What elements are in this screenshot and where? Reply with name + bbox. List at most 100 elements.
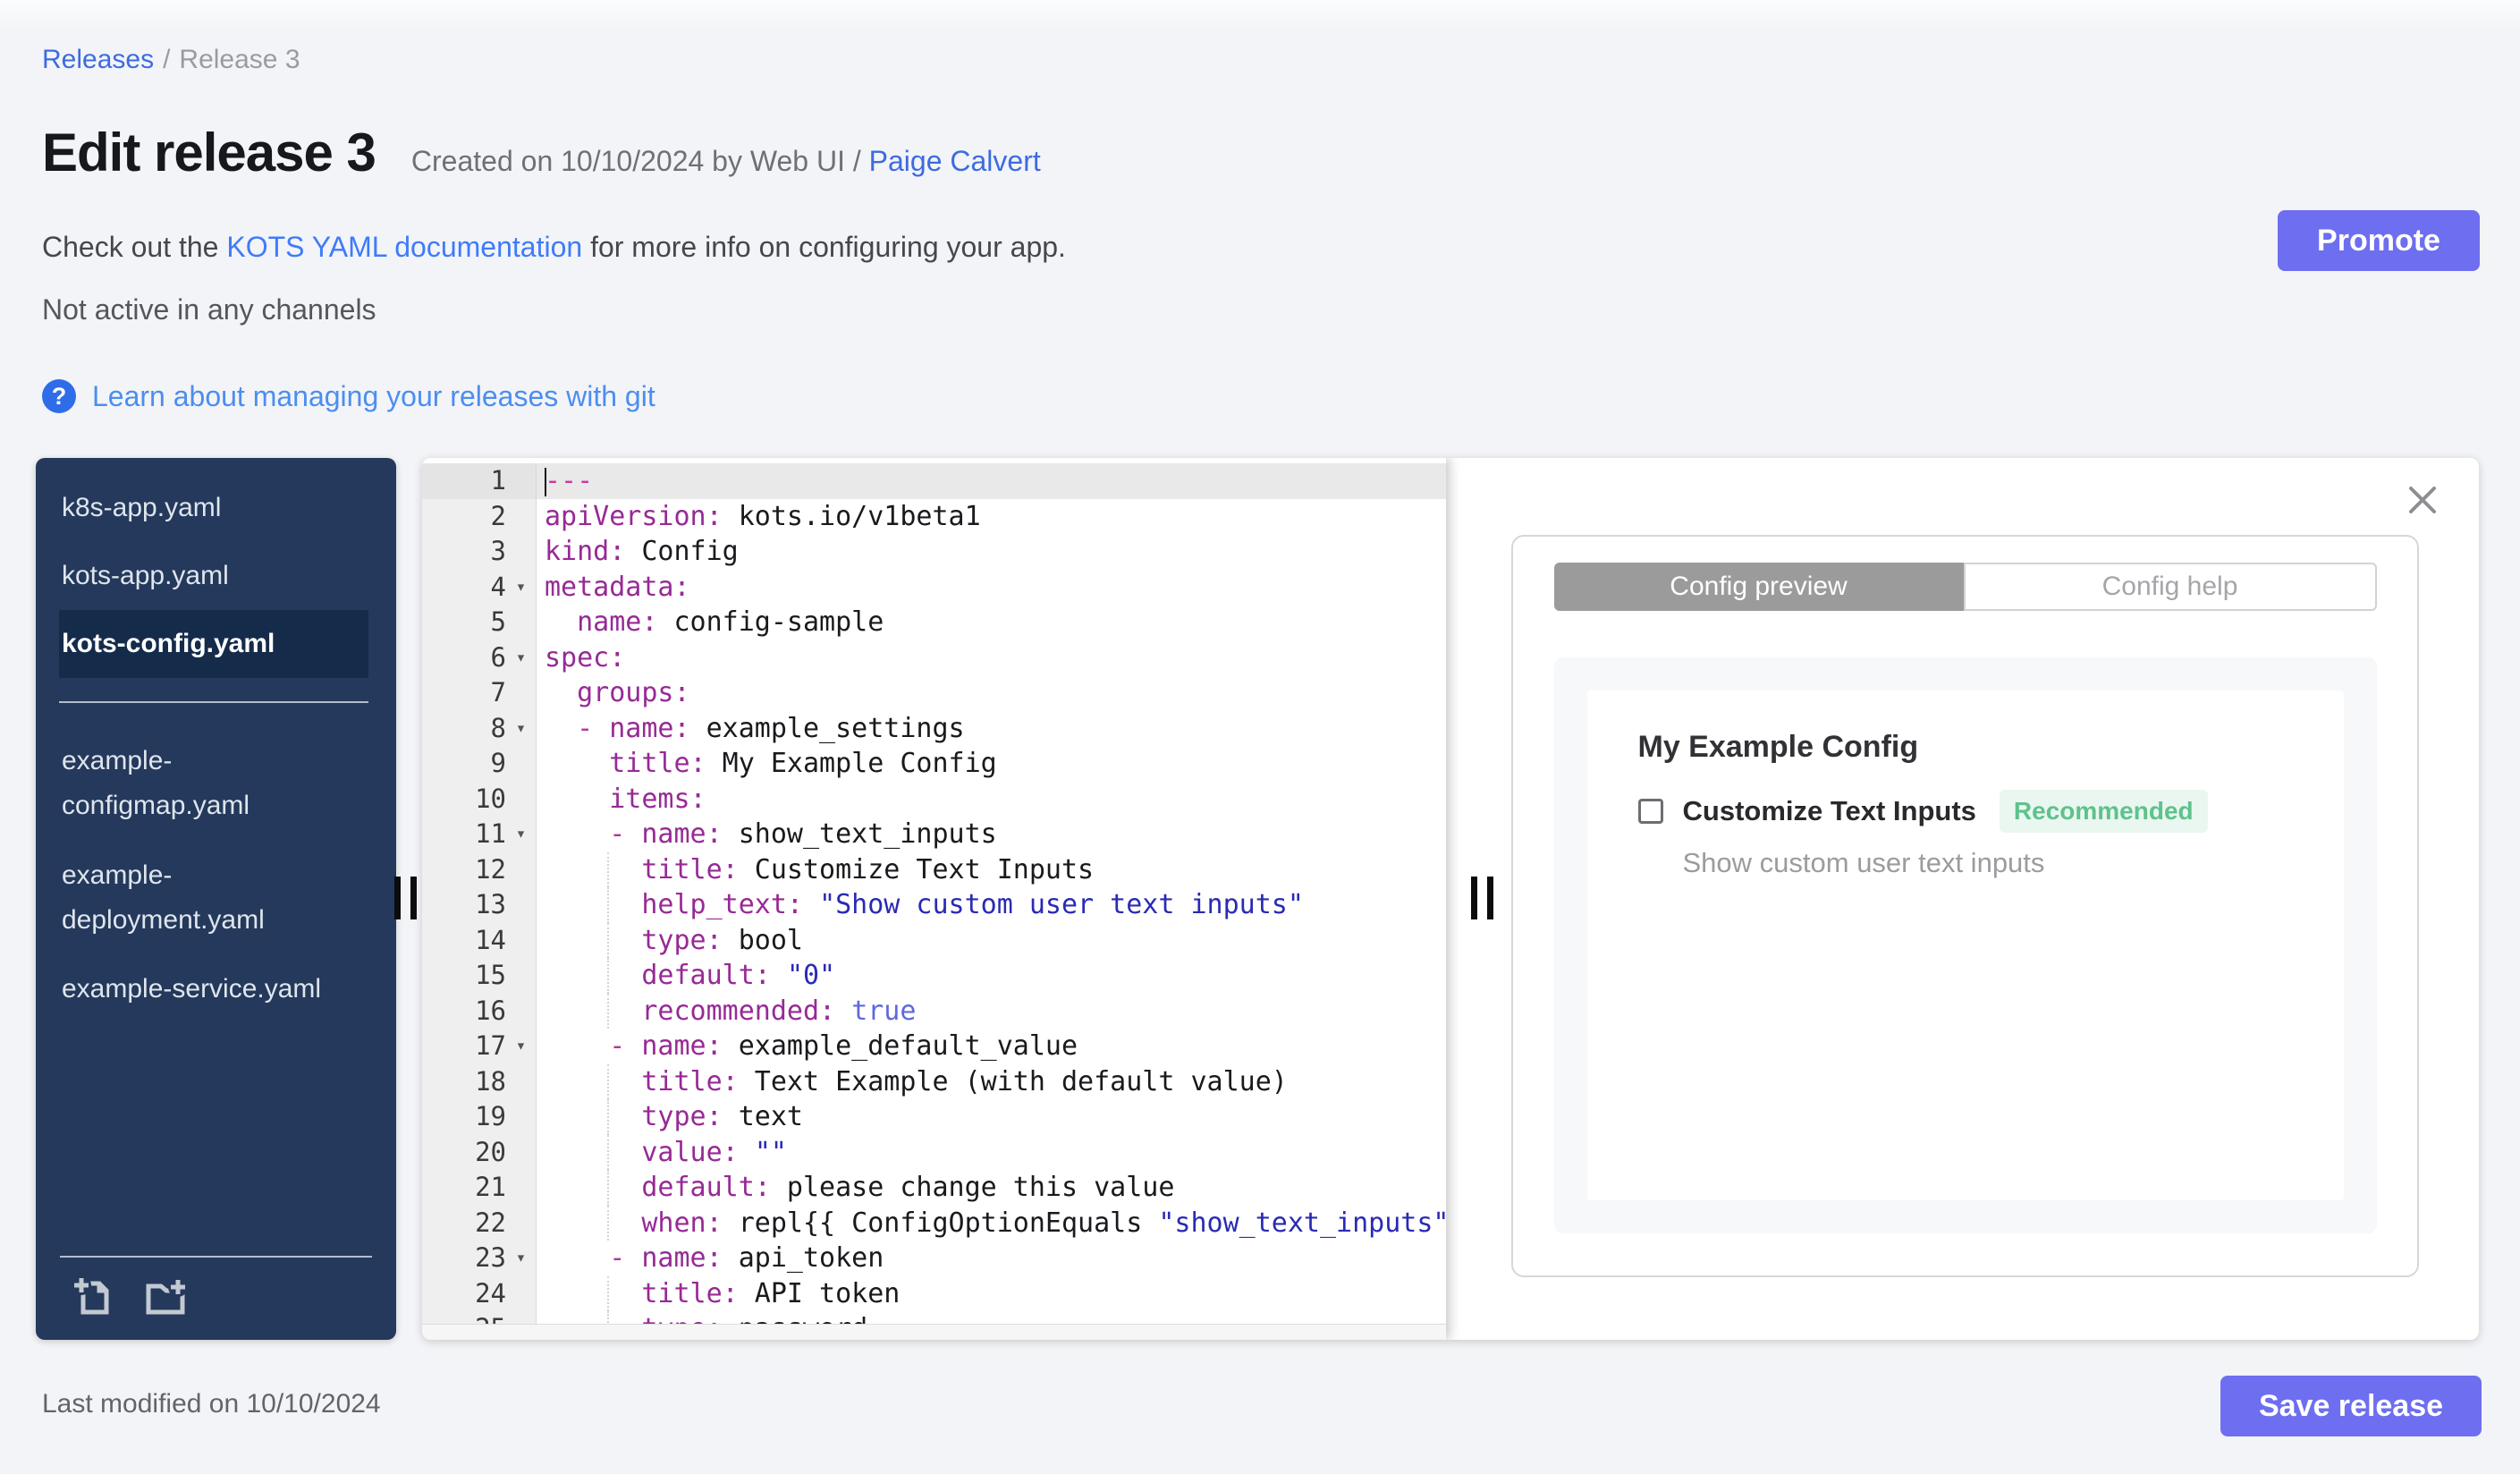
config-preview-card: Config preview Config help My Example Co… [1511, 535, 2419, 1277]
tab-config-help[interactable]: Config help [1963, 563, 2377, 611]
code-line[interactable]: 4 ▾ metadata: [422, 569, 1446, 606]
fold-arrow-icon[interactable]: ▾ [506, 1241, 536, 1276]
line-number: 20 [475, 1136, 506, 1167]
code-line[interactable]: 2 apiVersion: kots.io/v1beta1 [422, 498, 1446, 534]
line-gutter: 6 ▾ [422, 640, 537, 676]
code-line[interactable]: 1 --- [422, 463, 1446, 499]
line-number: 24 [475, 1277, 506, 1309]
panel-resize-handle[interactable] [1471, 877, 1493, 919]
file-list-divider [59, 701, 368, 703]
line-number: 8 [490, 712, 506, 743]
code-content: help_text: "Show custom user text inputs… [537, 887, 1446, 923]
sidebar-resize-handle[interactable] [394, 877, 417, 919]
line-number: 22 [475, 1207, 506, 1238]
code-line[interactable]: 18 title: Text Example (with default val… [422, 1063, 1446, 1100]
line-number: 13 [475, 889, 506, 919]
line-gutter: 5 [422, 605, 537, 640]
line-gutter: 10 [422, 781, 537, 817]
code-line[interactable]: 17 ▾ - name: example_default_value [422, 1029, 1446, 1064]
file-item[interactable]: example-service.yaml [59, 955, 368, 1023]
code-line[interactable]: 13 help_text: "Show custom user text inp… [422, 887, 1446, 923]
editor-and-panel: 1 --- 2 apiVersion: kots.io/v1beta1 3 kind: C… [422, 458, 2479, 1340]
created-info: Created on 10/10/2024 by Web UI / Paige … [411, 145, 1041, 178]
fold-arrow-icon[interactable]: ▾ [506, 817, 536, 852]
line-number: 23 [475, 1242, 506, 1273]
line-gutter: 2 [422, 498, 537, 534]
code-line[interactable]: 19 type: text [422, 1099, 1446, 1135]
code-line[interactable]: 7 groups: [422, 675, 1446, 711]
code-line[interactable]: 20 value: "" [422, 1134, 1446, 1171]
code-content: - name: example_default_value [609, 1030, 1078, 1062]
file-item[interactable]: k8s-app.yaml [59, 474, 368, 542]
line-number: 15 [475, 960, 506, 990]
file-list: k8s-app.yaml kots-app.yaml kots-config.yam… [36, 458, 396, 1023]
line-gutter: 1 [422, 463, 537, 499]
promote-button[interactable]: Promote [2278, 210, 2480, 271]
customize-text-inputs-checkbox[interactable] [1637, 799, 1663, 824]
kots-yaml-doc-link[interactable]: KOTS YAML documentation [226, 231, 582, 263]
code-content: title: Customize Text Inputs [537, 851, 1446, 888]
code-line[interactable]: 3 kind: Config [422, 534, 1446, 570]
add-folder-icon[interactable] [141, 1272, 190, 1320]
line-number: 19 [475, 1101, 506, 1131]
save-release-button[interactable]: Save release [2220, 1376, 2482, 1436]
line-gutter: 16 [422, 993, 537, 1029]
file-item[interactable]: kots-app.yaml [59, 542, 368, 610]
code-line[interactable]: 6 ▾ spec: [422, 640, 1446, 676]
code-line[interactable]: 12 title: Customize Text Inputs [422, 851, 1446, 888]
code-line[interactable]: 9 title: My Example Config [422, 746, 1446, 782]
fold-arrow-icon[interactable]: ▾ [506, 640, 536, 676]
file-item[interactable]: kots-config.yaml [59, 610, 368, 678]
code-content: default: please change this value [537, 1170, 1446, 1206]
code-line[interactable]: 23 ▾ - name: api_token [422, 1241, 1446, 1276]
code-line[interactable]: 16 recommended: true [422, 993, 1446, 1029]
fold-arrow-icon[interactable]: ▾ [506, 570, 536, 606]
add-file-icon[interactable] [70, 1272, 118, 1320]
line-gutter: 12 [422, 851, 537, 888]
code-line[interactable]: 21 default: please change this value [422, 1170, 1446, 1206]
code-line[interactable]: 15 default: "0" [422, 958, 1446, 994]
preview-inner-card: My Example Config Customize Text Inputs … [1586, 690, 2344, 1200]
code-line[interactable]: 14 type: bool [422, 922, 1446, 959]
tab-config-preview[interactable]: Config preview [1553, 563, 1964, 611]
code-line[interactable]: 10 items: [422, 781, 1446, 817]
code-line[interactable]: 24 title: API token [422, 1275, 1446, 1311]
code-line[interactable]: 11 ▾ - name: show_text_inputs [422, 817, 1446, 852]
line-gutter: 24 [422, 1275, 537, 1311]
created-author-link[interactable]: Paige Calvert [869, 145, 1041, 177]
fold-arrow-icon[interactable]: ▾ [506, 711, 536, 747]
doc-prefix: Check out the [42, 231, 227, 263]
horizontal-scrollbar[interactable] [422, 1324, 1446, 1340]
code-content: recommended: true [537, 993, 1446, 1029]
line-number: 1 [490, 465, 506, 496]
close-icon[interactable] [2406, 483, 2440, 517]
code-line[interactable]: 22 when: repl{{ ConfigOptionEquals "show… [422, 1205, 1446, 1241]
question-icon: ? [42, 379, 76, 413]
fold-arrow-icon[interactable]: ▾ [506, 1029, 536, 1064]
code-content: type: bool [537, 922, 1446, 959]
line-number: 10 [475, 783, 506, 814]
doc-suffix: for more info on configuring your app. [582, 231, 1066, 263]
file-item[interactable]: example-configmap.yaml [59, 726, 341, 841]
line-number: 14 [475, 924, 506, 955]
code-line[interactable]: 8 ▾ - name: example_settings [422, 710, 1446, 747]
breadcrumb-releases-link[interactable]: Releases [42, 45, 154, 74]
line-number: 16 [475, 995, 506, 1026]
file-item[interactable]: example-deployment.yaml [59, 841, 341, 955]
line-number: 7 [490, 677, 506, 707]
git-releases-link[interactable]: Learn about managing your releases with … [92, 380, 655, 413]
breadcrumb: Releases / Release 3 [42, 45, 300, 75]
config-item-help: Show custom user text inputs [1682, 847, 2045, 878]
yaml-editor[interactable]: 1 --- 2 apiVersion: kots.io/v1beta1 3 kind: C… [422, 458, 1446, 1340]
config-panel: Config preview Config help My Example Co… [1446, 458, 2479, 1340]
code-line[interactable]: 5 name: config-sample [422, 605, 1446, 640]
